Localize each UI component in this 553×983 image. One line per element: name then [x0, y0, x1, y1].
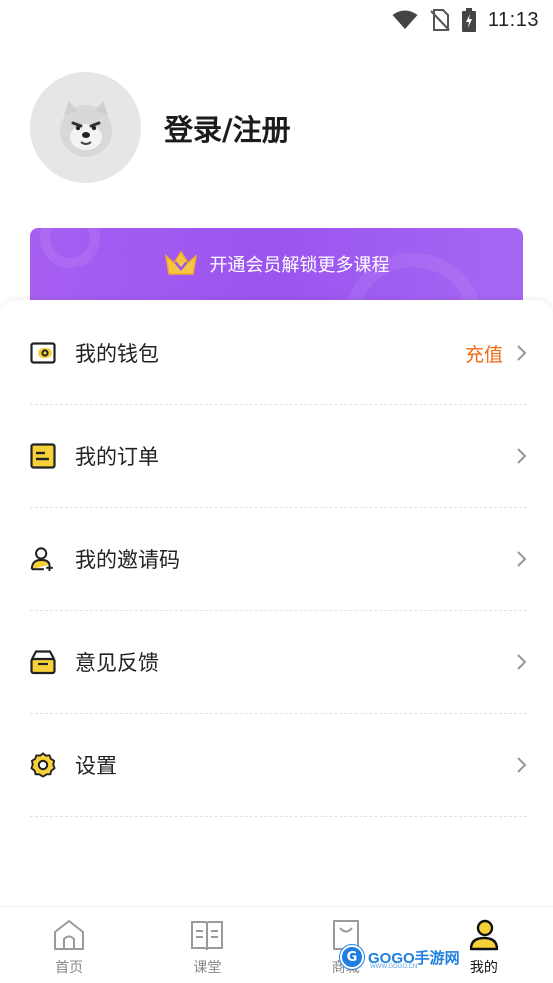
menu-item-invite-code[interactable]: 我的邀请码 — [30, 508, 527, 611]
menu-item-label: 设置 — [75, 754, 117, 778]
menu-item-wallet[interactable]: 我的钱包 充值 — [30, 302, 527, 405]
chevron-right-icon — [517, 551, 527, 567]
gear-icon — [30, 752, 56, 778]
order-icon — [30, 443, 56, 469]
login-register-link[interactable]: 登录/注册 — [164, 107, 291, 149]
wallet-icon — [30, 340, 56, 366]
nav-tab-classroom[interactable]: 课堂 — [138, 907, 276, 983]
book-icon — [191, 921, 224, 951]
chevron-right-icon — [517, 654, 527, 670]
menu-card: 我的钱包 充值 我的订单 我的邀请码 意见反馈 设置 — [0, 300, 553, 906]
status-time: 11:13 — [487, 8, 539, 31]
battery-charging-icon — [461, 8, 476, 32]
feedback-icon — [30, 649, 56, 675]
profile-header[interactable]: 登录/注册 — [30, 72, 291, 183]
menu-item-settings[interactable]: 设置 — [30, 714, 527, 817]
nav-label: 首页 — [55, 960, 84, 976]
nav-label: 我的 — [469, 960, 498, 976]
menu-item-label: 意见反馈 — [75, 651, 159, 675]
dog-avatar-icon — [59, 100, 112, 157]
watermark-icon: G — [340, 945, 364, 969]
chevron-right-icon — [517, 757, 527, 773]
chevron-right-icon — [517, 448, 527, 464]
status-bar: 11:13 — [0, 0, 553, 40]
screen: 11:13 登录/注册 开通会员解锁更多课程 我的钱包 充值 我的订单 我的邀请… — [0, 0, 553, 983]
menu-item-label: 我的邀请码 — [75, 548, 180, 572]
wifi-icon — [392, 10, 418, 29]
nav-label: 课堂 — [193, 960, 222, 976]
chevron-right-icon — [517, 345, 527, 361]
crown-icon — [164, 250, 197, 275]
watermark-logo: G GOGO手游网 WWW.GOGO.CN — [340, 945, 460, 970]
user-icon — [469, 919, 499, 951]
menu-item-orders[interactable]: 我的订单 — [30, 405, 527, 508]
no-sim-icon — [430, 9, 450, 31]
menu-item-label: 我的订单 — [75, 445, 159, 469]
menu-item-feedback[interactable]: 意见反馈 — [30, 611, 527, 714]
add-user-icon — [30, 546, 56, 572]
vip-banner[interactable]: 开通会员解锁更多课程 — [30, 228, 523, 310]
watermark-url: WWW.GOGO.CN — [370, 964, 418, 970]
bottom-nav: 首页 课堂 商城 我的 — [0, 906, 553, 983]
nav-tab-home[interactable]: 首页 — [0, 907, 138, 983]
avatar[interactable] — [30, 72, 141, 183]
recharge-link[interactable]: 充值 — [465, 340, 503, 367]
menu-item-label: 我的钱包 — [75, 342, 159, 366]
vip-banner-text: 开通会员解锁更多课程 — [209, 255, 390, 276]
home-icon — [54, 920, 85, 950]
